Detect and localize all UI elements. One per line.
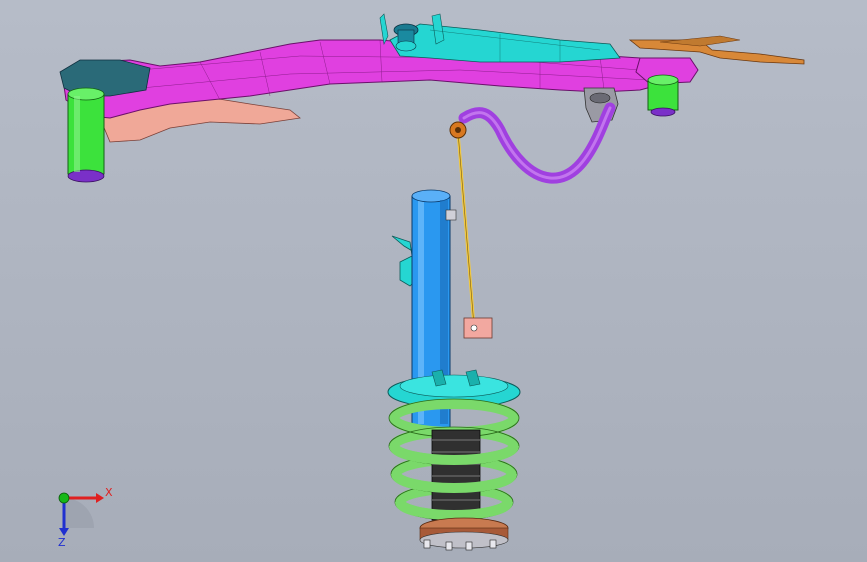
- right-mount-bushing[interactable]: [647, 74, 679, 117]
- cad-3d-viewport[interactable]: X Z: [0, 0, 867, 562]
- orientation-triad[interactable]: X Z: [58, 486, 113, 549]
- suspension-assembly-model[interactable]: X Z: [0, 0, 867, 562]
- left-mount-bushing[interactable]: [67, 87, 105, 183]
- stabilizer-bar[interactable]: [458, 102, 616, 184]
- upper-crossmember[interactable]: [379, 13, 621, 63]
- x-axis-label: X: [105, 486, 113, 499]
- stabilizer-link[interactable]: [449, 121, 493, 339]
- strut-assembly[interactable]: [387, 189, 521, 551]
- stabilizer-link-lower-bracket[interactable]: [463, 317, 493, 339]
- z-axis-label: Z: [58, 536, 66, 549]
- dust-boot[interactable]: [431, 429, 481, 521]
- y-axis-dot: [58, 492, 70, 504]
